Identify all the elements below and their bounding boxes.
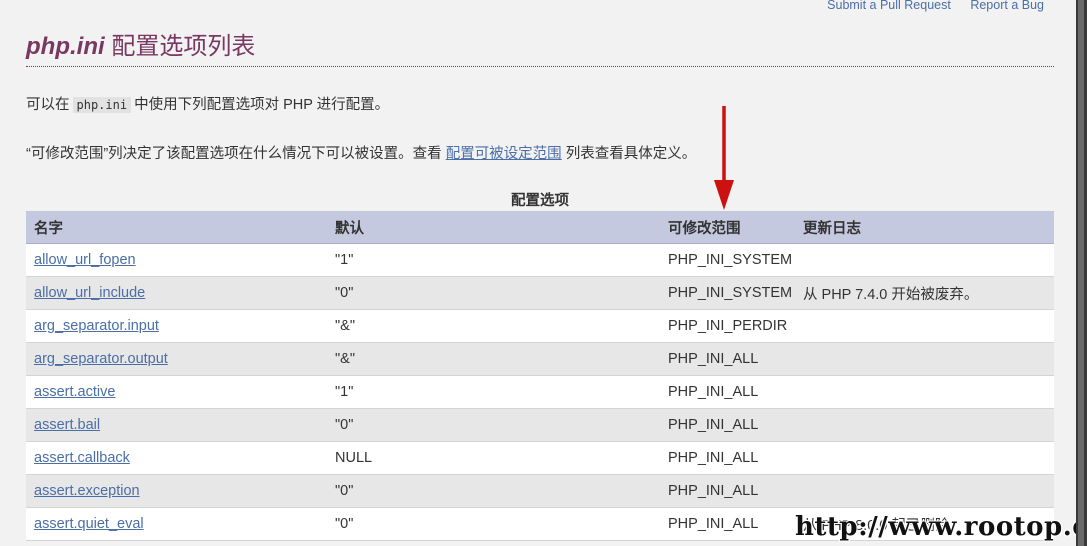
page-title-code: php.ini (26, 33, 105, 60)
table-row: assert.bail "0" PHP_INI_ALL (26, 408, 1054, 442)
option-changelog-cell (795, 474, 1054, 508)
option-changelog-cell: 从 PHP 7.4.0 开始被废弃。 (795, 276, 1054, 310)
column-header-default: 默认 (327, 211, 660, 244)
option-name-link[interactable]: allow_url_include (34, 285, 145, 301)
title-divider (26, 66, 1054, 67)
table-row: arg_separator.input "&" PHP_INI_PERDIR (26, 309, 1054, 343)
watermark-text: http://www.rootop.org (795, 512, 1087, 542)
changeable-paragraph: “可修改范围”列决定了该配置选项在什么情况下可以被设置。查看 配置可被设定范围 … (26, 142, 696, 163)
changeable-text-before: “可修改范围”列决定了该配置选项在什么情况下可以被设置。查看 (26, 146, 446, 162)
table-row: arg_separator.output "&" PHP_INI_ALL (26, 342, 1054, 376)
option-name-cell: assert.callback (26, 441, 327, 475)
option-changeable-cell: PHP_INI_ALL (660, 474, 795, 508)
option-changelog-cell (795, 243, 1054, 277)
option-name-cell: assert.exception (26, 474, 327, 508)
page-title-text: 配置选项列表 (104, 33, 256, 60)
option-name-cell: allow_url_fopen (26, 243, 327, 277)
table-row: allow_url_fopen "1" PHP_INI_SYSTEM (26, 243, 1054, 277)
page: Submit a Pull Request Report a Bug php.i… (0, 0, 1087, 546)
red-arrow-annotation-icon (714, 106, 734, 210)
changeable-definition-link[interactable]: 配置可被设定范围 (446, 146, 562, 162)
config-options-table: 名字 默认 可修改范围 更新日志 allow_url_fopen "1" PHP… (26, 211, 1054, 541)
option-default-cell: NULL (327, 441, 660, 475)
column-header-changelog: 更新日志 (795, 211, 1054, 244)
option-changeable-cell: PHP_INI_ALL (660, 441, 795, 475)
table-row: assert.active "1" PHP_INI_ALL (26, 375, 1054, 409)
option-name-link[interactable]: allow_url_fopen (34, 252, 136, 268)
option-default-cell: "0" (327, 276, 660, 310)
top-links: Submit a Pull Request Report a Bug (811, 0, 1044, 12)
option-default-cell: "1" (327, 375, 660, 409)
option-name-cell: arg_separator.output (26, 342, 327, 376)
option-name-link[interactable]: arg_separator.input (34, 318, 159, 334)
option-default-cell: "&" (327, 342, 660, 376)
option-name-link[interactable]: assert.exception (34, 483, 140, 499)
option-changeable-cell: PHP_INI_ALL (660, 375, 795, 409)
option-changeable-cell: PHP_INI_SYSTEM (660, 276, 795, 310)
intro-text-before: 可以在 (26, 97, 70, 113)
option-changelog-cell (795, 342, 1054, 376)
table-row: allow_url_include "0" PHP_INI_SYSTEM 从 P… (26, 276, 1054, 310)
option-name-cell: assert.bail (26, 408, 327, 442)
option-name-cell: assert.active (26, 375, 327, 409)
option-name-cell: arg_separator.input (26, 309, 327, 343)
option-changelog-cell (795, 375, 1054, 409)
submit-pull-request-link[interactable]: Submit a Pull Request (827, 0, 951, 12)
option-default-cell: "0" (327, 408, 660, 442)
option-changelog-cell (795, 408, 1054, 442)
option-name-cell: assert.quiet_eval (26, 507, 327, 541)
option-name-link[interactable]: assert.quiet_eval (34, 516, 144, 532)
changeable-text-after: 列表查看具体定义。 (561, 146, 697, 162)
option-changelog-cell (795, 441, 1054, 475)
option-default-cell: "0" (327, 507, 660, 541)
option-changelog-cell (795, 309, 1054, 343)
intro-text-after: 中使用下列配置选项对 PHP 进行配置。 (134, 97, 390, 113)
intro-code: php.ini (72, 97, 132, 113)
option-changeable-cell: PHP_INI_ALL (660, 408, 795, 442)
table-caption: 配置选项 (511, 193, 569, 209)
option-name-cell: allow_url_include (26, 276, 327, 310)
option-default-cell: "&" (327, 309, 660, 343)
option-default-cell: "1" (327, 243, 660, 277)
report-bug-link[interactable]: Report a Bug (970, 0, 1044, 12)
option-changeable-cell: PHP_INI_ALL (660, 342, 795, 376)
option-changeable-cell: PHP_INI_ALL (660, 507, 795, 541)
intro-paragraph: 可以在 php.ini 中使用下列配置选项对 PHP 进行配置。 (26, 93, 389, 114)
option-name-link[interactable]: arg_separator.output (34, 351, 168, 367)
scrollbar-track[interactable] (1078, 0, 1084, 546)
option-default-cell: "0" (327, 474, 660, 508)
table-row: assert.exception "0" PHP_INI_ALL (26, 474, 1054, 508)
option-changeable-cell: PHP_INI_SYSTEM (660, 243, 795, 277)
column-header-changeable: 可修改范围 (660, 211, 795, 244)
option-name-link[interactable]: assert.bail (34, 417, 100, 433)
table-header-row: 名字 默认 可修改范围 更新日志 (26, 211, 1054, 244)
page-title: php.ini 配置选项列表 (26, 26, 255, 61)
option-name-link[interactable]: assert.callback (34, 450, 130, 466)
option-changeable-cell: PHP_INI_PERDIR (660, 309, 795, 343)
table-row: assert.callback NULL PHP_INI_ALL (26, 441, 1054, 475)
column-header-name: 名字 (26, 211, 327, 244)
option-name-link[interactable]: assert.active (34, 384, 115, 400)
